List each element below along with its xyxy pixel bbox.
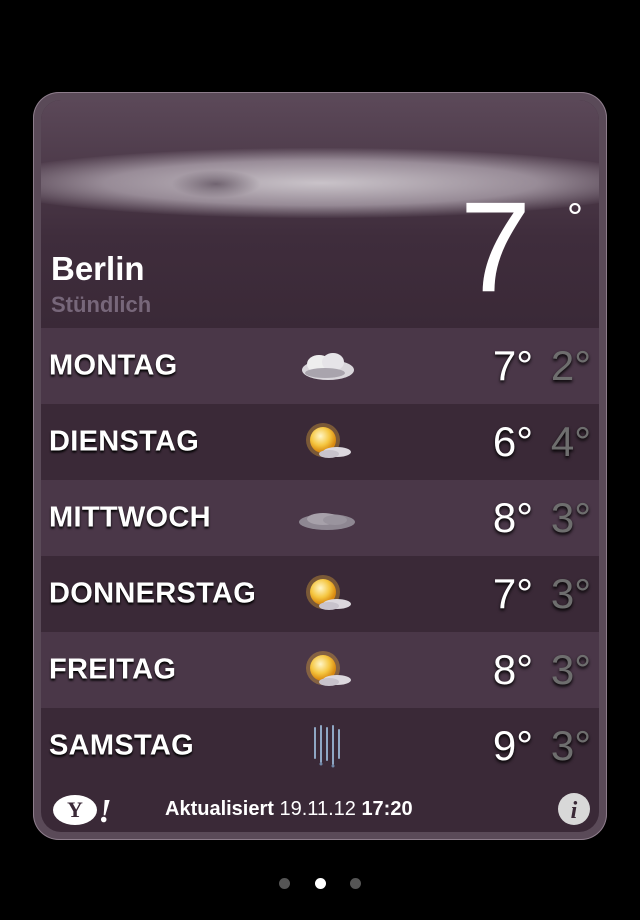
updated-date: 19.11.12 <box>279 798 356 820</box>
forecast-row: DONNERSTAG 7° 3° <box>41 556 599 632</box>
yahoo-logo-icon[interactable]: Y ! <box>51 792 113 828</box>
svg-text:i: i <box>571 798 578 824</box>
info-icon[interactable]: i <box>557 792 591 826</box>
forecast-mode-label[interactable]: Stündlich <box>51 292 151 318</box>
rain-icon <box>314 725 340 768</box>
forecast-day: SAMSTAG <box>49 729 194 762</box>
sun-behind-cloud-icon <box>306 651 351 686</box>
current-temperature: 7 <box>459 176 531 319</box>
card-footer: Y ! Aktualisiert 19.11.12 17:20 i <box>41 788 599 832</box>
sun-behind-cloud-icon <box>306 575 351 610</box>
forecast-row: DIENSTAG 6° 4° <box>41 404 599 480</box>
current-conditions-header: Berlin Stündlich 7 ° <box>41 100 599 328</box>
forecast-low: 2° <box>550 342 591 389</box>
forecast-high: 8° <box>492 646 533 693</box>
sun-behind-cloud-icon <box>306 423 351 458</box>
updated-time: 17:20 <box>361 798 413 820</box>
page-dot[interactable] <box>349 878 361 889</box>
partly-cloudy-icon <box>302 353 354 380</box>
updated-label: Aktualisiert <box>165 798 274 820</box>
svg-text:Y: Y <box>67 797 83 822</box>
forecast-high: 9° <box>492 722 533 769</box>
forecast-low: 3° <box>550 646 591 693</box>
forecast-high: 6° <box>492 418 533 465</box>
forecast-day: FREITAG <box>49 653 177 686</box>
forecast-row: MITTWOCH 8° 3° <box>41 480 599 556</box>
forecast-day: MITTWOCH <box>49 501 211 534</box>
page-dot[interactable] <box>279 878 291 889</box>
forecast-high: 8° <box>492 494 533 541</box>
forecast-day: MONTAG <box>49 349 178 382</box>
weather-card: Berlin Stündlich 7 ° MONTAG 7° 2° DIENST… <box>33 92 607 840</box>
forecast-row: FREITAG 8° 3° <box>41 632 599 708</box>
forecast-day: DIENSTAG <box>49 425 200 458</box>
cloud-icon <box>299 513 355 530</box>
forecast-high: 7° <box>492 342 533 389</box>
forecast-low: 3° <box>550 570 591 617</box>
degree-symbol: ° <box>567 196 583 240</box>
city-name: Berlin <box>51 250 145 287</box>
page-indicator[interactable] <box>0 876 640 890</box>
forecast-row: MONTAG 7° 2° <box>41 328 599 404</box>
forecast-row: SAMSTAG 9° 3° <box>41 708 599 784</box>
page-dot-active[interactable] <box>314 878 326 889</box>
last-updated: Aktualisiert 19.11.12 17:20 <box>165 798 413 821</box>
svg-text:!: ! <box>98 793 111 828</box>
forecast-low: 3° <box>550 722 591 769</box>
forecast-high: 7° <box>492 570 533 617</box>
forecast-day: DONNERSTAG <box>49 577 257 610</box>
forecast-low: 3° <box>550 494 591 541</box>
weather-card-inner: Berlin Stündlich 7 ° MONTAG 7° 2° DIENST… <box>41 100 599 832</box>
forecast-low: 4° <box>550 418 591 465</box>
